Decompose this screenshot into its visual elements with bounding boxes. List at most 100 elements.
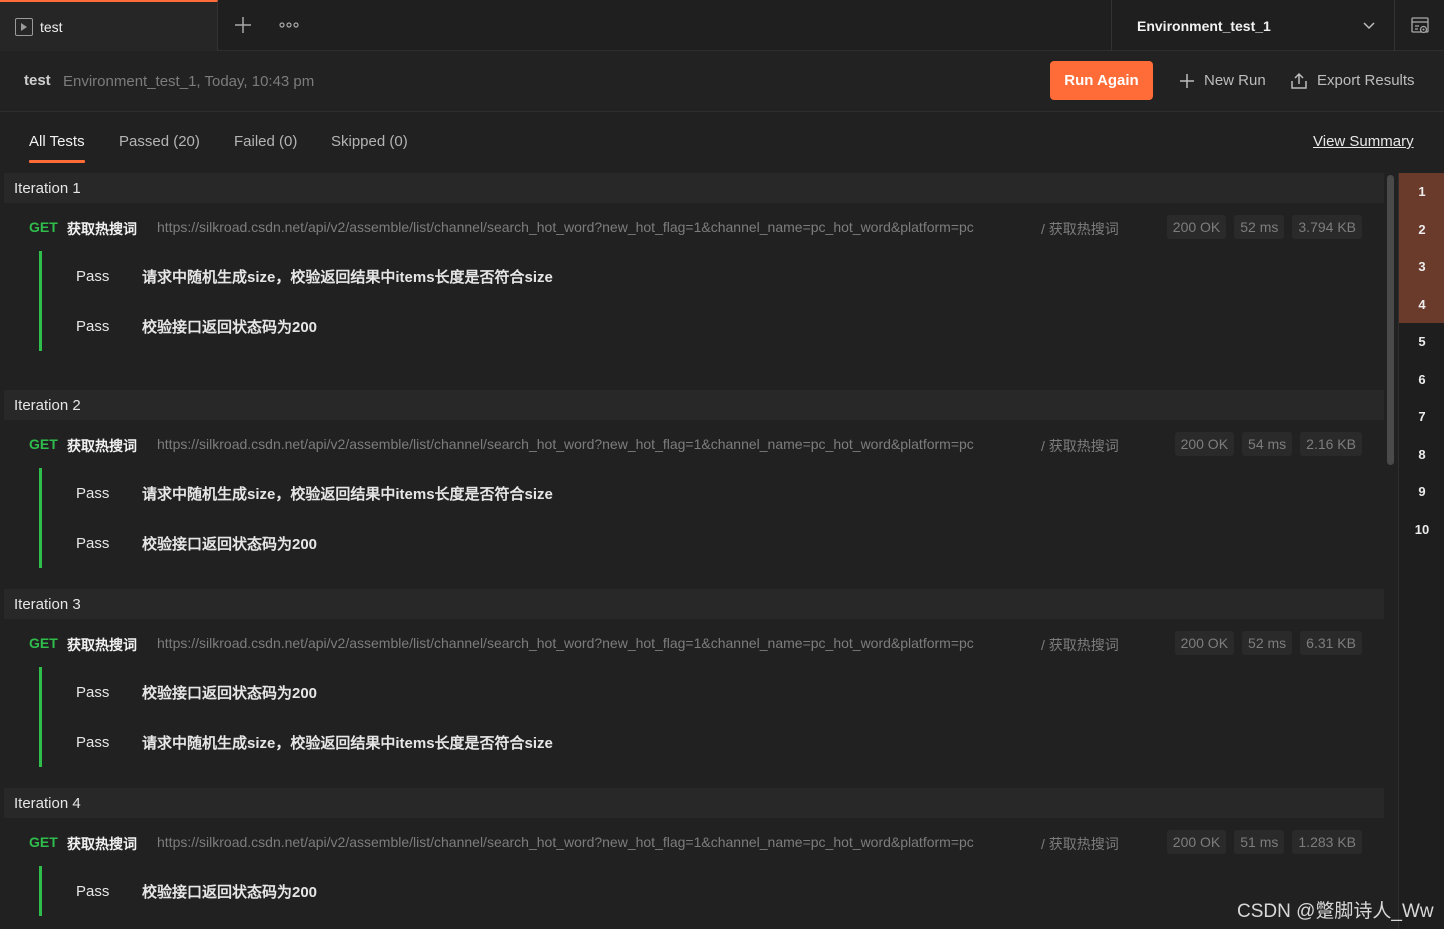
run-header: test Environment_test_1, Today, 10:43 pm…	[0, 51, 1444, 112]
request-name: 获取热搜词	[67, 637, 137, 653]
request-name: 获取热搜词	[67, 438, 137, 454]
request-path: / 获取热搜词	[1041, 637, 1119, 653]
run-meta: Environment_test_1, Today, 10:43 pm	[63, 73, 315, 90]
iteration-index-item[interactable]: 8	[1399, 436, 1444, 474]
tab-test[interactable]: test	[0, 0, 218, 51]
test-status: Pass	[76, 882, 110, 900]
test-name: 校验接口返回状态码为200	[142, 535, 318, 553]
iteration-index-item[interactable]: 9	[1399, 473, 1444, 511]
response-size: 6.31 KB	[1300, 631, 1362, 655]
request-method: GET	[29, 834, 58, 850]
results-scrollbar[interactable]	[1385, 173, 1395, 929]
test-results: Pass 校验接口返回状态码为200	[39, 866, 1384, 916]
export-icon	[1291, 72, 1307, 89]
response-status: 200 OK	[1166, 215, 1227, 239]
iteration-block: Iteration 1 GET 获取热搜词 https://silkroad.csdn…	[4, 173, 1384, 390]
iteration-spacer	[4, 568, 1384, 589]
test-results: Pass 请求中随机生成size，校验返回结果中items长度是否符合size Pa…	[39, 251, 1384, 351]
test-result-row: Pass 校验接口返回状态码为200	[42, 866, 1384, 916]
iteration-spacer	[4, 916, 1384, 929]
plus-icon[interactable]	[231, 13, 255, 37]
iteration-title: Iteration 1	[4, 173, 1384, 203]
iteration-index-item[interactable]: 1	[1399, 173, 1444, 211]
iteration-index-sidebar: 1 2 3 4 5 6 7 8 9 10	[1398, 173, 1444, 929]
test-status: Pass	[76, 733, 110, 751]
request-url: https://silkroad.csdn.net/api/v2/assembl…	[157, 219, 974, 235]
request-row[interactable]: GET 获取热搜词 https://silkroad.csdn.net/api/v2…	[4, 420, 1384, 468]
response-time: 54 ms	[1242, 432, 1293, 456]
request-path: / 获取热搜词	[1041, 221, 1119, 237]
iteration-index-item[interactable]: 10	[1399, 511, 1444, 549]
test-result-row: Pass 请求中随机生成size，校验返回结果中items长度是否符合size	[42, 468, 1384, 518]
request-method: GET	[29, 219, 58, 235]
iteration-index-item[interactable]: 6	[1399, 361, 1444, 399]
request-path: / 获取热搜词	[1041, 836, 1119, 852]
iteration-title: Iteration 2	[4, 390, 1384, 420]
test-name: 请求中随机生成size，校验返回结果中items长度是否符合size	[142, 485, 553, 503]
test-results: Pass 校验接口返回状态码为200 Pass 请求中随机生成size，校验返回结果中…	[39, 667, 1384, 767]
test-status: Pass	[76, 484, 110, 502]
iteration-index-item[interactable]: 5	[1399, 323, 1444, 361]
iteration-spacer	[4, 351, 1384, 390]
test-name: 校验接口返回状态码为200	[142, 318, 318, 336]
new-run-button[interactable]: New Run	[1178, 61, 1266, 100]
environment-selector[interactable]: Environment_test_1	[1111, 0, 1394, 51]
request-method: GET	[29, 635, 58, 651]
response-size: 1.283 KB	[1292, 830, 1362, 854]
iteration-index-item[interactable]: 3	[1399, 248, 1444, 286]
collection-name: test	[24, 72, 51, 89]
run-again-button[interactable]: Run Again	[1050, 61, 1153, 100]
view-summary-link[interactable]: View Summary	[1313, 133, 1414, 150]
request-url: https://silkroad.csdn.net/api/v2/assembl…	[157, 436, 974, 452]
request-url: https://silkroad.csdn.net/api/v2/assembl…	[157, 635, 974, 651]
tab-skipped[interactable]: Skipped (0)	[331, 133, 408, 163]
test-results: Pass 请求中随机生成size，校验返回结果中items长度是否符合size Pa…	[39, 468, 1384, 568]
test-status: Pass	[76, 683, 110, 701]
response-status: 200 OK	[1174, 631, 1235, 655]
iteration-block: Iteration 2 GET 获取热搜词 https://silkroad.csdn…	[4, 390, 1384, 589]
response-time: 51 ms	[1234, 830, 1285, 854]
watermark: CSDN @蹩脚诗人_Ww	[1237, 901, 1434, 922]
request-method: GET	[29, 436, 58, 452]
request-path: / 获取热搜词	[1041, 438, 1119, 454]
export-results-label: Export Results	[1317, 72, 1415, 89]
test-name: 请求中随机生成size，校验返回结果中items长度是否符合size	[142, 734, 553, 752]
request-name: 获取热搜词	[67, 836, 137, 852]
request-row[interactable]: GET 获取热搜词 https://silkroad.csdn.net/api/v2…	[4, 619, 1384, 667]
iteration-index-item[interactable]: 4	[1399, 285, 1444, 323]
test-result-row: Pass 请求中随机生成size，校验返回结果中items长度是否符合size	[42, 717, 1384, 767]
iteration-block: Iteration 4 GET 获取热搜词 https://silkroad.csdn…	[4, 788, 1384, 929]
response-time: 52 ms	[1234, 215, 1285, 239]
test-status: Pass	[76, 317, 110, 335]
iteration-block: Iteration 3 GET 获取热搜词 https://silkroad.csdn…	[4, 589, 1384, 788]
iteration-results-list: Iteration 1 GET 获取热搜词 https://silkroad.csdn…	[4, 173, 1384, 929]
tab-failed[interactable]: Failed (0)	[234, 133, 297, 163]
iteration-index-item[interactable]: 2	[1399, 210, 1444, 248]
test-name: 请求中随机生成size，校验返回结果中items长度是否符合size	[142, 268, 553, 286]
environment-quick-look-icon[interactable]	[1394, 0, 1444, 51]
plus-icon	[1180, 73, 1194, 88]
tab-bar: test Environment_test_1	[0, 0, 1444, 51]
tab-label: test	[40, 18, 63, 35]
iteration-title: Iteration 4	[4, 788, 1384, 818]
result-filter-tabs: All Tests Passed (20) Failed (0) Skipped…	[0, 112, 1444, 172]
scrollbar-thumb[interactable]	[1387, 175, 1394, 465]
response-size: 3.794 KB	[1292, 215, 1362, 239]
test-result-row: Pass 请求中随机生成size，校验返回结果中items长度是否符合size	[42, 251, 1384, 301]
response-status: 200 OK	[1166, 830, 1227, 854]
iteration-index-item[interactable]: 7	[1399, 398, 1444, 436]
test-status: Pass	[76, 534, 110, 552]
test-result-row: Pass 校验接口返回状态码为200	[42, 667, 1384, 717]
export-results-button[interactable]: Export Results	[1289, 61, 1415, 100]
request-url: https://silkroad.csdn.net/api/v2/assembl…	[157, 834, 974, 850]
request-row[interactable]: GET 获取热搜词 https://silkroad.csdn.net/api/v2…	[4, 203, 1384, 251]
more-horizontal-icon[interactable]	[276, 13, 302, 37]
play-square-icon	[15, 17, 33, 36]
tab-passed[interactable]: Passed (20)	[119, 133, 200, 163]
tab-all-tests[interactable]: All Tests	[29, 133, 85, 163]
environment-name: Environment_test_1	[1137, 17, 1271, 34]
response-size: 2.16 KB	[1300, 432, 1362, 456]
request-row[interactable]: GET 获取热搜词 https://silkroad.csdn.net/api/v2…	[4, 818, 1384, 866]
new-run-label: New Run	[1204, 72, 1266, 89]
test-result-row: Pass 校验接口返回状态码为200	[42, 518, 1384, 568]
